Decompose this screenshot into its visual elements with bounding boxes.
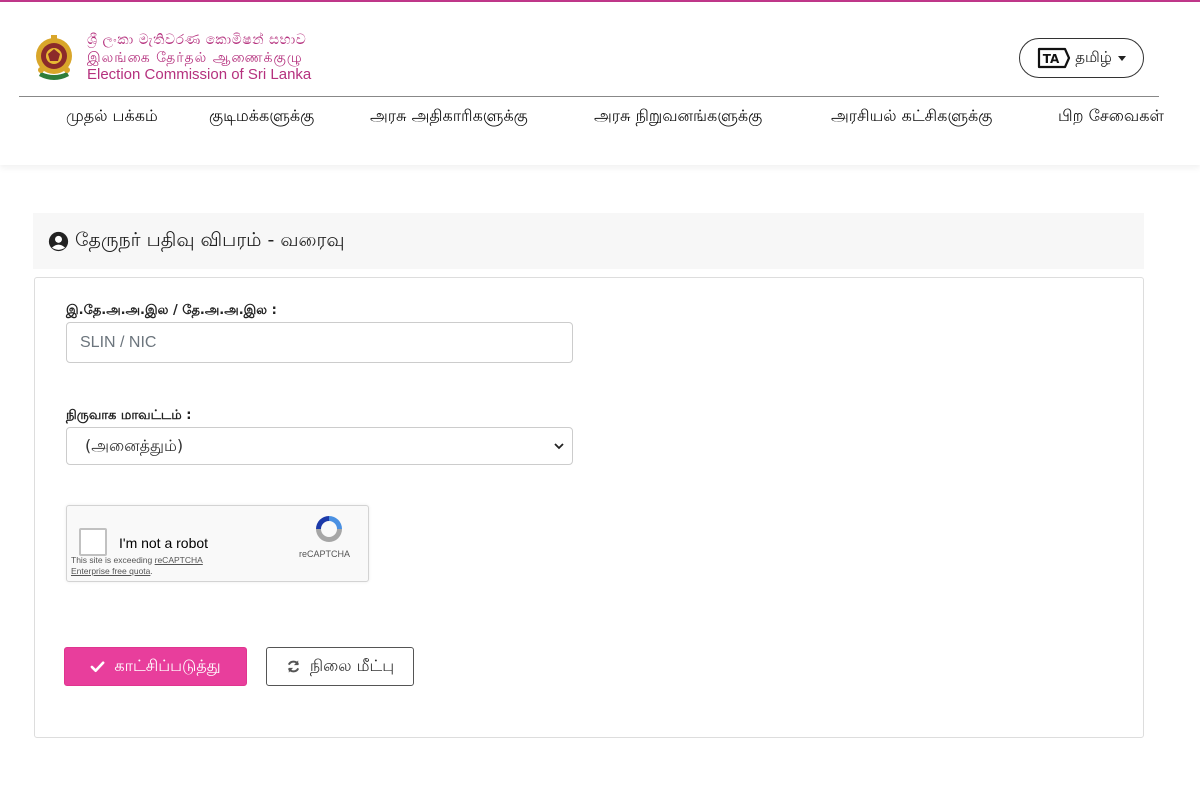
logo-tamil-text: இலங்கை தேர்தல் ஆணைக்குழு [87, 49, 303, 66]
language-dropdown[interactable]: TA தமிழ் [1019, 38, 1144, 78]
header-divider [19, 96, 1159, 97]
district-field-label: நிருவாக மாவட்டம் : [66, 408, 192, 423]
user-circle-icon [48, 231, 69, 251]
nav-item-political-parties[interactable]: அரசியல் கட்சிகளுக்கு [831, 106, 992, 127]
reset-button-label: நிலை மீட்பு [309, 656, 395, 675]
nav-item-other-services[interactable]: பிற சேவைகள் [1058, 106, 1164, 127]
refresh-icon [287, 660, 299, 673]
language-badge-text: TA [1043, 52, 1060, 66]
recaptcha-brand-text: reCAPTCHA [299, 549, 351, 559]
reset-button[interactable]: நிலை மீட்பு [266, 647, 414, 686]
language-label: தமிழ் [1075, 48, 1112, 66]
recaptcha-note-suffix: . [150, 566, 153, 576]
logo-sinhala-text: ශ්‍රී ලංකා මැතිවරණ කොමිෂන් සභාව [87, 31, 307, 48]
search-form-panel: இ.தே.அ.அ.இல / தே.அ.அ.இல : நிருவாக மாவட்ட… [34, 277, 1144, 738]
nav-item-government-institutions[interactable]: அரசு நிறுவனங்களுக்கு [594, 106, 762, 127]
site-header: ශ්‍රී ලංකා මැතිවරණ කොමිෂන් සභාව இலங்கை த… [0, 2, 1200, 165]
nav-item-citizens[interactable]: குடிமக்களுக்கு [209, 106, 314, 127]
id-field-label: இ.தே.அ.அ.இல / தே.அ.அ.இல : [66, 303, 277, 318]
panel-heading: தேருநர் பதிவு விபரம் - வரைவு [33, 213, 1144, 269]
show-button-label: காட்சிப்படுத்து [114, 656, 221, 675]
recaptcha-quota-note: This site is exceeding reCAPTCHA Enterpr… [71, 555, 221, 577]
district-selected-value: (அனைத்தும்) [85, 435, 184, 455]
logo-english-text: Election Commission of Sri Lanka [87, 66, 312, 84]
nav-item-government-officers[interactable]: அரசு அதிகாரிகளுக்கு [370, 106, 528, 127]
recaptcha-widget: I'm not a robot This site is exceeding r… [66, 505, 369, 582]
recaptcha-checkbox[interactable] [79, 528, 107, 556]
sri-lanka-emblem-icon [36, 35, 72, 80]
nav-item-home[interactable]: முதல் பக்கம் [66, 106, 158, 127]
chevron-down-icon [554, 443, 564, 450]
main-navigation: முதல் பக்கம் குடிமக்களுக்கு அரசு அதிகாரி… [0, 106, 1200, 138]
show-button[interactable]: காட்சிப்படுத்து [64, 647, 247, 686]
panel-title: தேருநர் பதிவு விபரம் - வரைவு [75, 228, 345, 251]
caret-down-icon [1117, 55, 1126, 61]
site-logo[interactable]: ශ්‍රී ලංකා මැතිවරණ කොමිෂන් සභාව இலங்கை த… [33, 32, 311, 84]
language-icon: TA [1038, 47, 1071, 69]
district-select[interactable]: (அனைத்தும்) [66, 427, 573, 465]
check-icon [90, 661, 105, 673]
recaptcha-label: I'm not a robot [119, 535, 209, 551]
recaptcha-note-prefix: This site is exceeding [71, 555, 155, 565]
recaptcha-logo-icon [316, 516, 342, 542]
id-number-input[interactable] [66, 322, 573, 363]
